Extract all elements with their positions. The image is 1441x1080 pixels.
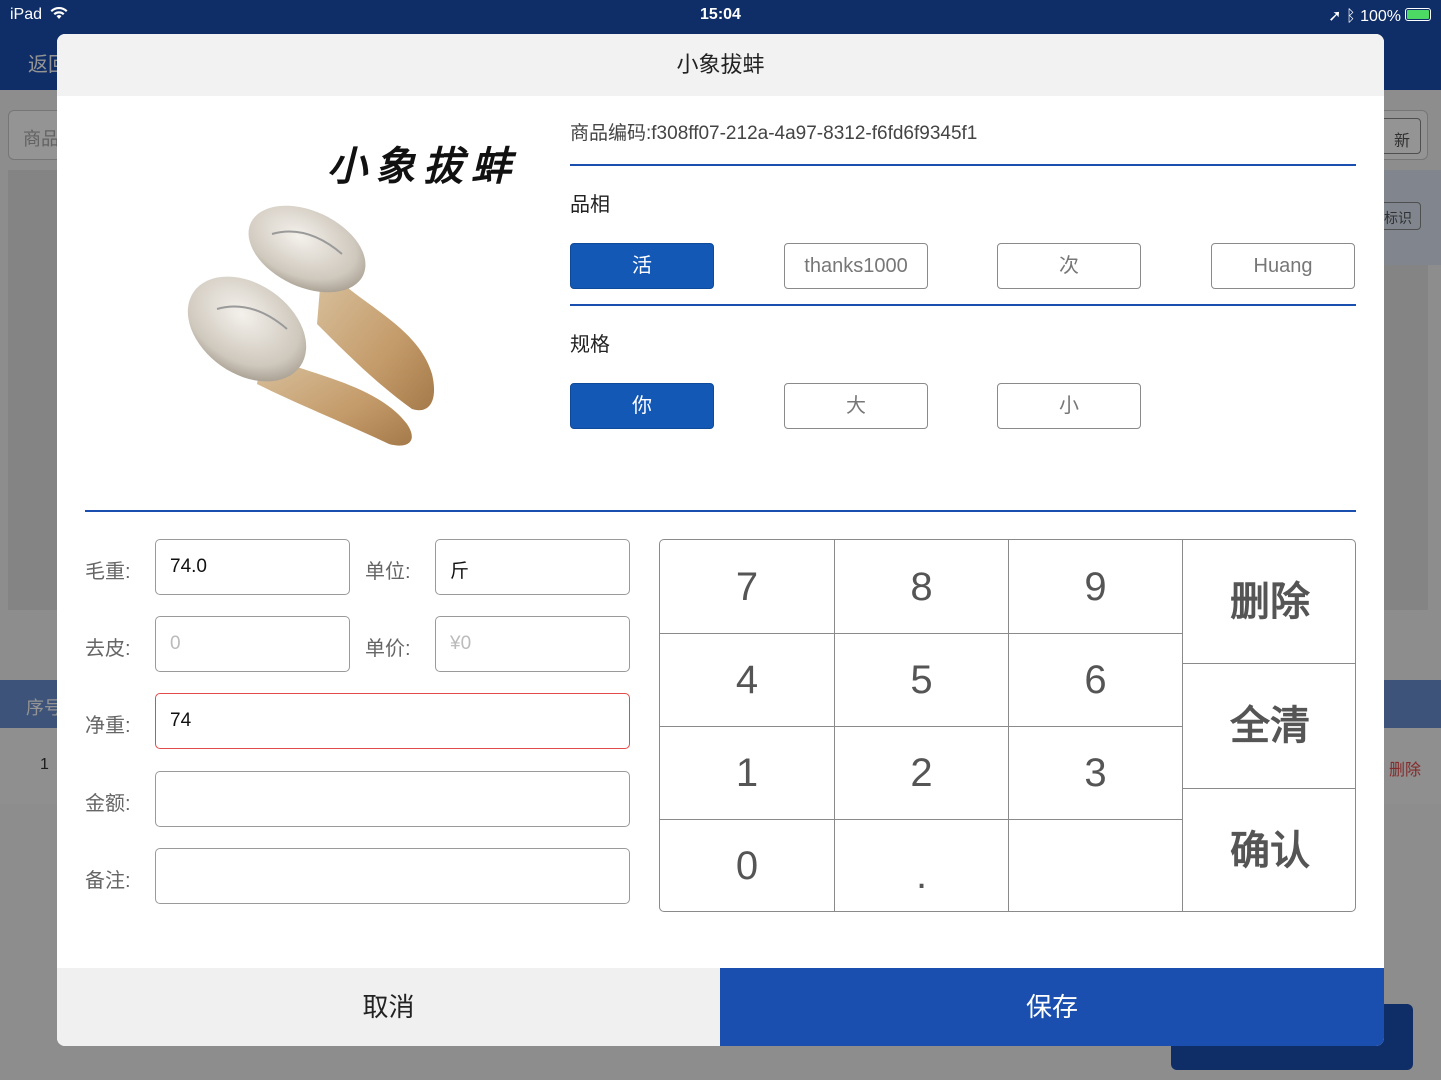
key-6[interactable]: 6 [1009,634,1183,727]
key-1[interactable]: 1 [660,727,835,820]
key-2[interactable]: 2 [835,727,1009,820]
unit-price-label: 单价: [365,638,411,660]
remark-label: 备注: [85,870,131,892]
save-button[interactable]: 保存 [720,968,1384,1046]
key-8[interactable]: 8 [835,540,1009,634]
unit-field[interactable]: 斤 [435,539,630,595]
product-code: 商品编码:f308ff07-212a-4a97-8312-f6fd6f9345f… [570,123,978,144]
gross-weight-label: 毛重: [85,561,131,583]
status-right: ➚ ᛒ 100% [1328,6,1401,26]
location-icon: ➚ [1328,8,1342,25]
divider [85,510,1356,512]
status-bar: iPad 15:04 ➚ ᛒ 100% [0,0,1441,30]
key-4[interactable]: 4 [660,634,835,727]
remark-field[interactable] [155,848,630,904]
spec-option-small[interactable]: 小 [997,383,1141,429]
key-dot[interactable]: . [835,820,1009,911]
delete-key[interactable]: 删除 [1183,540,1355,664]
spec-option-large[interactable]: 大 [784,383,928,429]
bluetooth-icon: ᛒ [1346,8,1356,25]
dialog-title: 小象拔蚌 [57,34,1384,96]
amount-label: 金额: [85,793,131,815]
key-0[interactable]: 0 [660,820,835,911]
net-weight-field[interactable]: 74 [155,693,630,749]
cancel-button[interactable]: 取消 [57,968,720,1046]
net-weight-label: 净重: [85,715,131,737]
appearance-option-thanks1000[interactable]: thanks1000 [784,243,928,289]
battery-icon [1405,8,1431,21]
key-9[interactable]: 9 [1009,540,1183,634]
amount-field[interactable] [155,771,630,827]
unit-price-field[interactable]: ¥0 [435,616,630,672]
confirm-key[interactable]: 确认 [1183,789,1355,911]
tare-field[interactable]: 0 [155,616,350,672]
key-3[interactable]: 3 [1009,727,1183,820]
appearance-option-huang[interactable]: Huang [1211,243,1355,289]
key-7[interactable]: 7 [660,540,835,634]
product-dialog: 小象拔蚌 小象拔蚌 商品编码:f308ff07-212a-4a97-8312-f… [57,34,1384,1046]
numeric-keypad: 7 8 9 4 5 6 1 2 3 0 . 删除 全清 确认 [659,539,1356,912]
clear-all-key[interactable]: 全清 [1183,664,1355,789]
clock: 15:04 [700,6,741,23]
appearance-option-live[interactable]: 活 [570,243,714,289]
key-5[interactable]: 5 [835,634,1009,727]
spec-option-you[interactable]: 你 [570,383,714,429]
product-image [187,205,435,446]
divider [570,164,1356,166]
spec-label: 规格 [570,334,610,356]
tare-label: 去皮: [85,638,131,660]
appearance-label: 品相 [570,194,610,216]
unit-label: 单位: [365,561,411,583]
key-blank [1009,820,1183,911]
gross-weight-field[interactable]: 74.0 [155,539,350,595]
divider [570,304,1356,306]
battery-percent: 100% [1360,8,1401,25]
appearance-option-inferior[interactable]: 次 [997,243,1141,289]
